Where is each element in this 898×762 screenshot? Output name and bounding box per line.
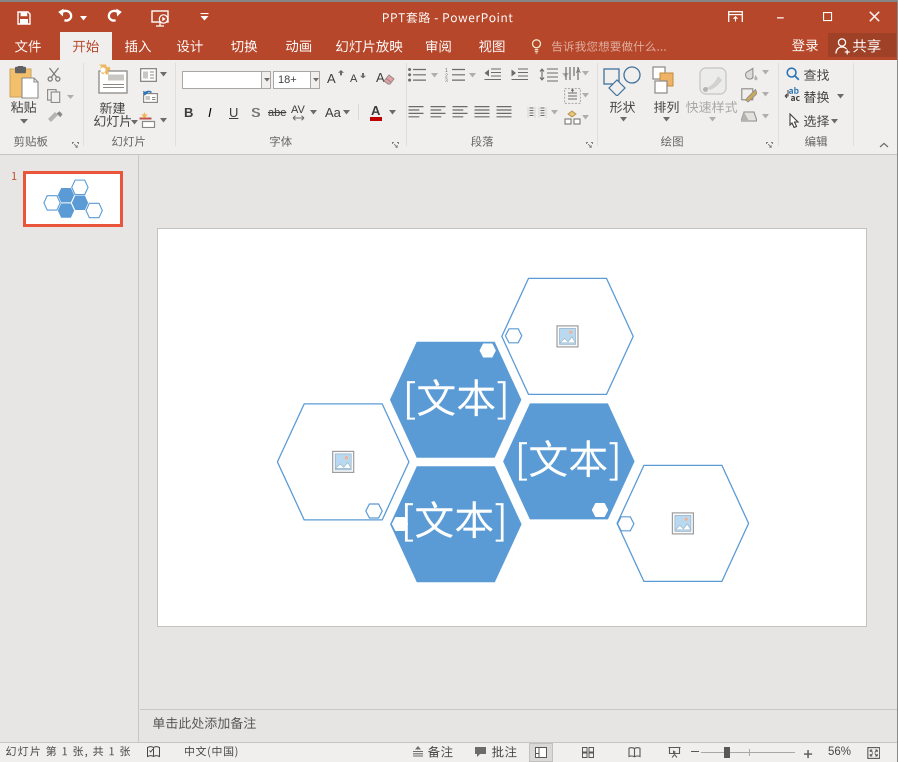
svg-text:3: 3 xyxy=(445,79,448,83)
svg-text:A: A xyxy=(576,68,581,75)
